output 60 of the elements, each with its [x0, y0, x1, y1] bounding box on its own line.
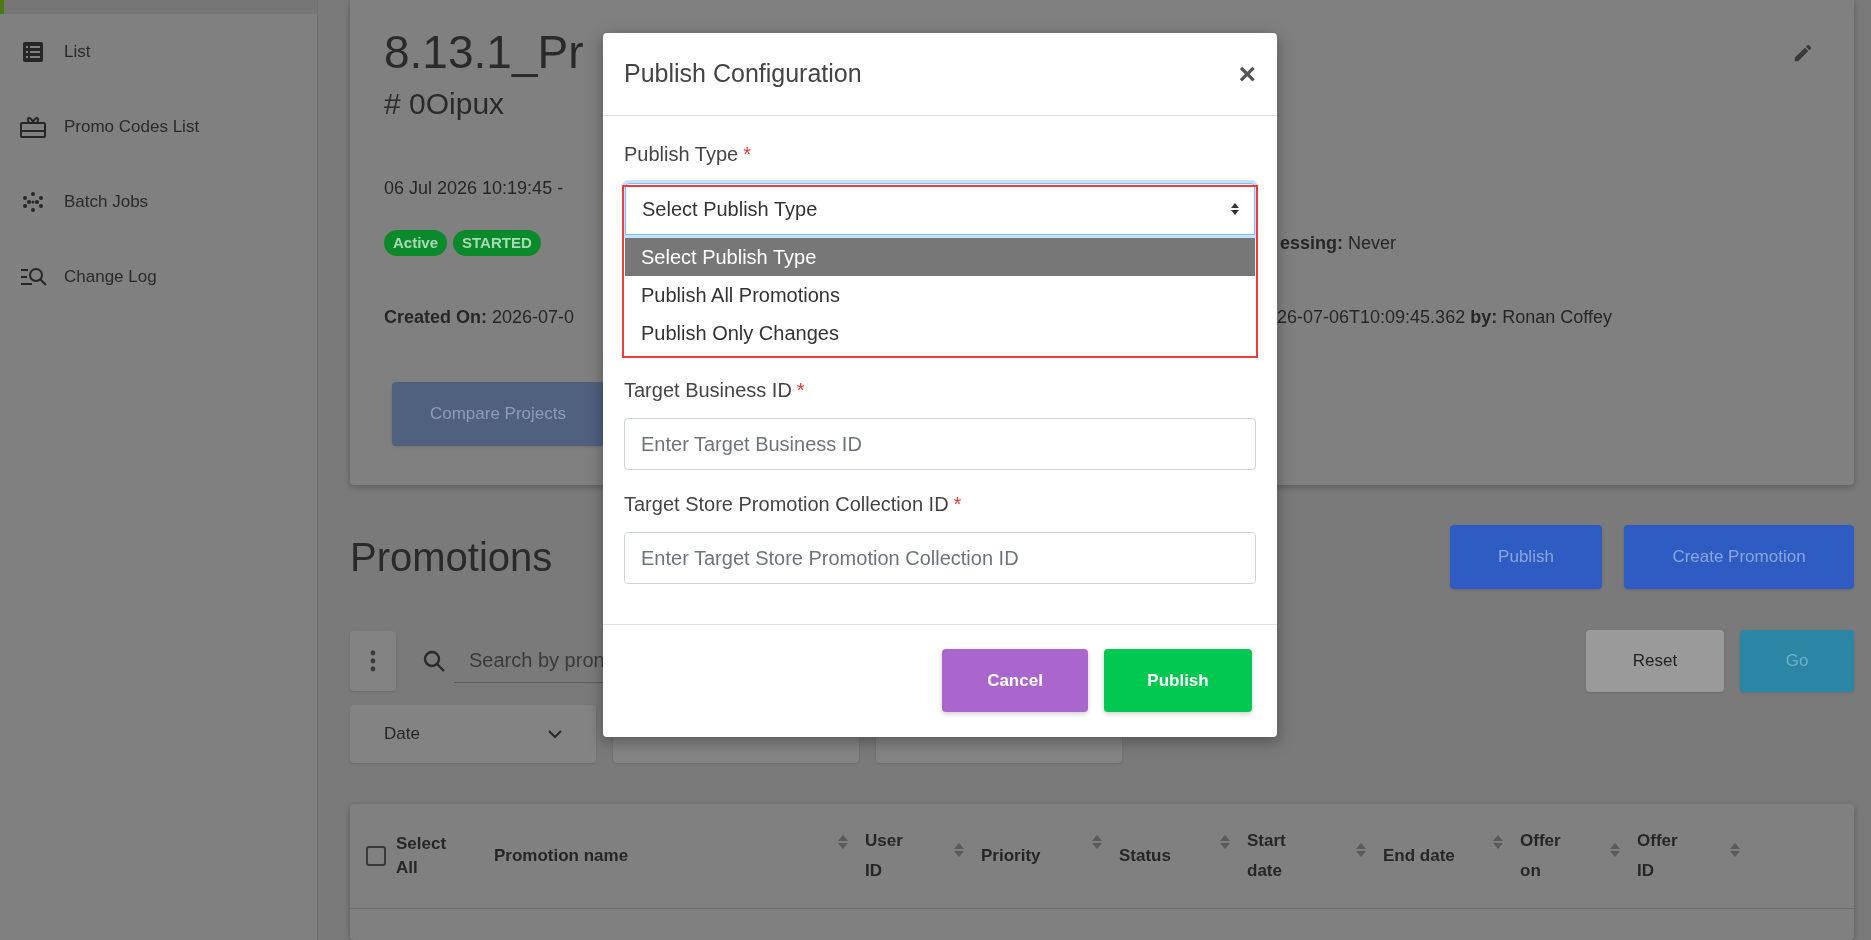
input-field[interactable]: Enter Target Store Promotion Collection ID [624, 532, 1256, 584]
column-header: Start date [1247, 830, 1287, 882]
updated-text: 26-07-06T10:09:45.362 by: Ronan Coffey [1277, 305, 1612, 329]
column-header: User ID [865, 830, 904, 882]
sort-icon[interactable] [1091, 834, 1103, 850]
column-header: Offer on [1520, 830, 1562, 882]
date-text: 06 Jul 2026 10:19:45 - [384, 176, 564, 200]
column-header: Select All [396, 833, 448, 879]
compare-projects-button[interactable]: Compare Projects [392, 382, 604, 446]
close-button[interactable]: × [1238, 59, 1256, 89]
column-header: Status [1119, 845, 1172, 867]
publish-button[interactable]: Publish [1104, 649, 1252, 712]
sidebar-item[interactable] [0, 0, 317, 14]
dropdown-option[interactable]: Publish All Promotions [625, 276, 1255, 314]
project-title: 8.13.1_Pr [384, 25, 584, 80]
dropdown-option[interactable]: Select Publish Type [625, 238, 1255, 276]
column-header: Promotion name [494, 845, 630, 867]
sidebar-item[interactable]: Promo Codes List [0, 109, 317, 145]
search-icon [422, 649, 446, 673]
sort-icon[interactable] [1219, 834, 1231, 850]
sidebar-item[interactable]: Change Log [0, 259, 317, 295]
field-label: Publish Type * [624, 142, 752, 167]
section-heading: Promotions [350, 534, 553, 581]
field-label: Target Business ID * [624, 378, 806, 403]
filter-dropdown[interactable]: Date [350, 705, 596, 763]
gift-box-icon [20, 115, 46, 139]
sort-icon[interactable] [1609, 842, 1621, 858]
status-badge: STARTED [453, 229, 541, 257]
sidebar-item[interactable]: List [0, 34, 317, 70]
sort-icon[interactable] [953, 842, 965, 858]
action-button[interactable]: Create Promotion [1624, 525, 1854, 589]
list-icon [21, 40, 45, 64]
processing-text: essing: Never [1280, 231, 1397, 255]
cancel-button[interactable]: Cancel [942, 649, 1088, 712]
select-all-checkbox[interactable] [366, 846, 386, 866]
action-button[interactable]: Publish [1450, 525, 1602, 589]
reset-button[interactable]: Reset [1586, 630, 1724, 692]
sort-icon[interactable] [1729, 842, 1741, 858]
column-header: End date [1383, 845, 1456, 867]
kebab-icon [370, 650, 376, 672]
select-field[interactable]: Select Publish Type [625, 183, 1255, 235]
sidebar-item[interactable]: Batch Jobs [0, 184, 317, 220]
chevron-down-icon [548, 729, 562, 739]
sort-icon[interactable] [1355, 842, 1367, 858]
sort-icon[interactable] [837, 834, 849, 850]
select-arrows-icon [1230, 202, 1240, 216]
column-header: Priority [981, 845, 1042, 867]
more-options-button[interactable] [350, 631, 396, 691]
field-label: Target Store Promotion Collection ID * [624, 492, 963, 517]
column-header: Offer ID [1637, 830, 1679, 882]
edit-icon[interactable] [1792, 42, 1814, 64]
search-list-icon [19, 267, 47, 287]
dropdown-option[interactable]: Publish Only Changes [625, 314, 1255, 352]
dialog-title: Publish Configuration [624, 58, 862, 90]
input-field[interactable]: Enter Target Business ID [624, 418, 1256, 470]
sort-icon[interactable] [1492, 834, 1504, 850]
dots-icon [21, 190, 45, 214]
status-badge: Active [384, 229, 448, 257]
created-on-text: Created On: 2026-07-0 [384, 306, 575, 327]
project-code: # 0Oipux [384, 86, 505, 122]
